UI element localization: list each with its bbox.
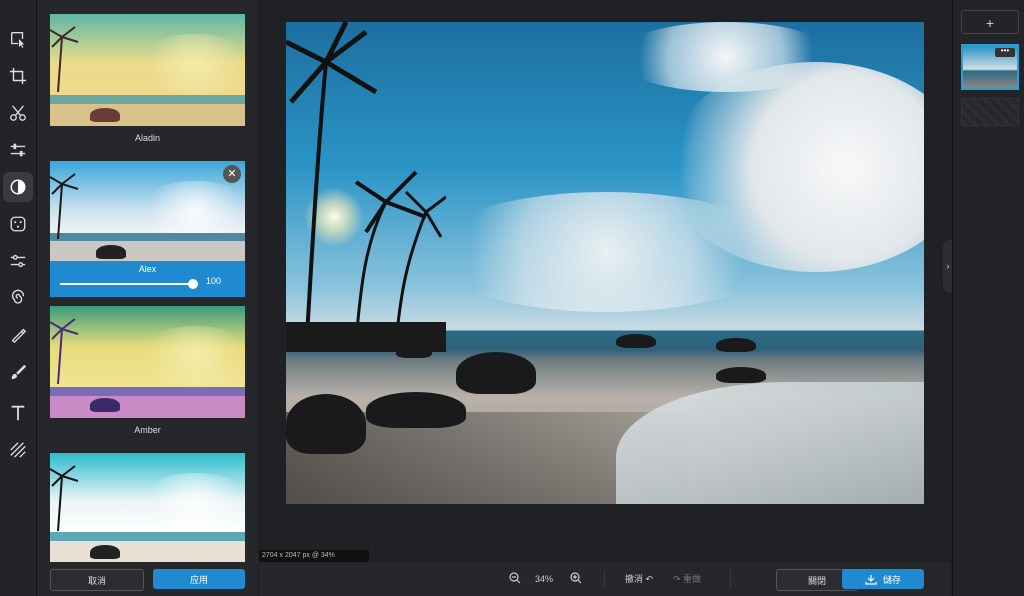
distort-tool-button[interactable] (3, 283, 33, 313)
intensity-value: 100 (206, 276, 222, 286)
crop-tool-button[interactable] (3, 61, 33, 91)
palm-icon (50, 173, 79, 239)
zoom-out-icon (509, 572, 521, 584)
filter-icon (10, 179, 26, 195)
layer-placeholder (961, 98, 1019, 126)
filter-thumbnail (50, 306, 245, 418)
palm-icon (50, 318, 79, 384)
remove-filter-button[interactable]: ✕ (223, 165, 241, 183)
retouch-icon (11, 328, 27, 344)
divider (730, 570, 731, 588)
texture-tool-button[interactable] (3, 435, 33, 465)
select-tool-button[interactable] (3, 24, 33, 54)
layer-menu-button[interactable]: ••• (995, 47, 1015, 57)
redo-label: 重做 (683, 574, 702, 584)
brush-icon (11, 364, 27, 380)
filter-card-aladin[interactable]: Aladin (50, 14, 245, 146)
adjust-tool-button[interactable] (3, 135, 33, 165)
save-button[interactable]: 儲存 (842, 569, 924, 589)
spiral-icon (12, 289, 25, 304)
layer-thumbnail[interactable]: ••• (961, 44, 1019, 90)
filter-card-fourth[interactable] (50, 453, 245, 563)
apply-button[interactable]: 应用 (153, 569, 245, 589)
filter-thumbnail (50, 14, 245, 126)
palm-icon (50, 465, 79, 531)
cancel-button[interactable]: 取消 (50, 569, 144, 591)
select-icon (11, 32, 25, 48)
filter-label: Alex (138, 264, 157, 274)
filter-panel: Aladin ✕ Alex 100 Amber 取消 应用 (37, 0, 258, 596)
retouch-tool-button[interactable] (3, 320, 33, 350)
palm-icon (50, 26, 79, 92)
filter-card-amber[interactable]: Amber (50, 306, 245, 438)
adjust-icon (10, 143, 26, 157)
left-toolbar (0, 0, 37, 596)
main-photo[interactable] (286, 22, 924, 504)
text-tool-button[interactable] (3, 398, 33, 428)
brush-tool-button[interactable] (3, 357, 33, 387)
chevron-right-icon: › (946, 261, 950, 271)
filter-label: Amber (134, 425, 161, 435)
filter-label: Aladin (134, 133, 161, 143)
effects-tool-button[interactable] (3, 209, 33, 239)
undo-label: 撤消 (625, 574, 644, 584)
text-icon (11, 405, 25, 421)
filter-card-alex[interactable]: ✕ Alex 100 (50, 161, 245, 297)
effects-icon (10, 216, 26, 232)
intensity-slider-track[interactable] (60, 283, 190, 285)
image-dimensions-label: 2704 x 2047 px @ 34% (259, 550, 369, 562)
redo-icon: ↷ (673, 574, 684, 584)
crop-icon (9, 67, 27, 85)
intensity-slider-handle[interactable] (188, 279, 198, 289)
undo-button[interactable]: 撤消 ↶ (625, 572, 653, 586)
redo-button[interactable]: ↷ 重做 (673, 572, 701, 586)
bottom-bar: 34% 撤消 ↶ ↷ 重做 關閉 儲存 (259, 562, 951, 596)
save-label: 儲存 (882, 574, 901, 585)
filter-thumbnail: ✕ (50, 161, 245, 261)
cut-tool-button[interactable] (3, 98, 33, 128)
download-icon (865, 574, 877, 585)
filter-panel-footer: 取消 应用 (37, 562, 258, 596)
curves-tool-button[interactable] (3, 246, 33, 276)
cut-icon (10, 105, 26, 121)
zoom-level: 34% (535, 574, 554, 584)
curves-icon (10, 254, 26, 268)
texture-icon (10, 442, 26, 458)
filter-thumbnail (50, 453, 245, 563)
add-layer-button[interactable]: + (961, 10, 1019, 34)
palm-trees-graphic (286, 22, 446, 352)
undo-icon: ↶ (645, 574, 654, 584)
filter-intensity-panel: Alex 100 (50, 261, 245, 297)
divider (604, 570, 605, 588)
zoom-in-icon (570, 572, 582, 584)
zoom-out-button[interactable] (509, 572, 521, 586)
filter-tool-button[interactable] (3, 172, 33, 202)
layers-panel: + ••• (952, 0, 1024, 596)
zoom-in-button[interactable] (570, 572, 582, 586)
